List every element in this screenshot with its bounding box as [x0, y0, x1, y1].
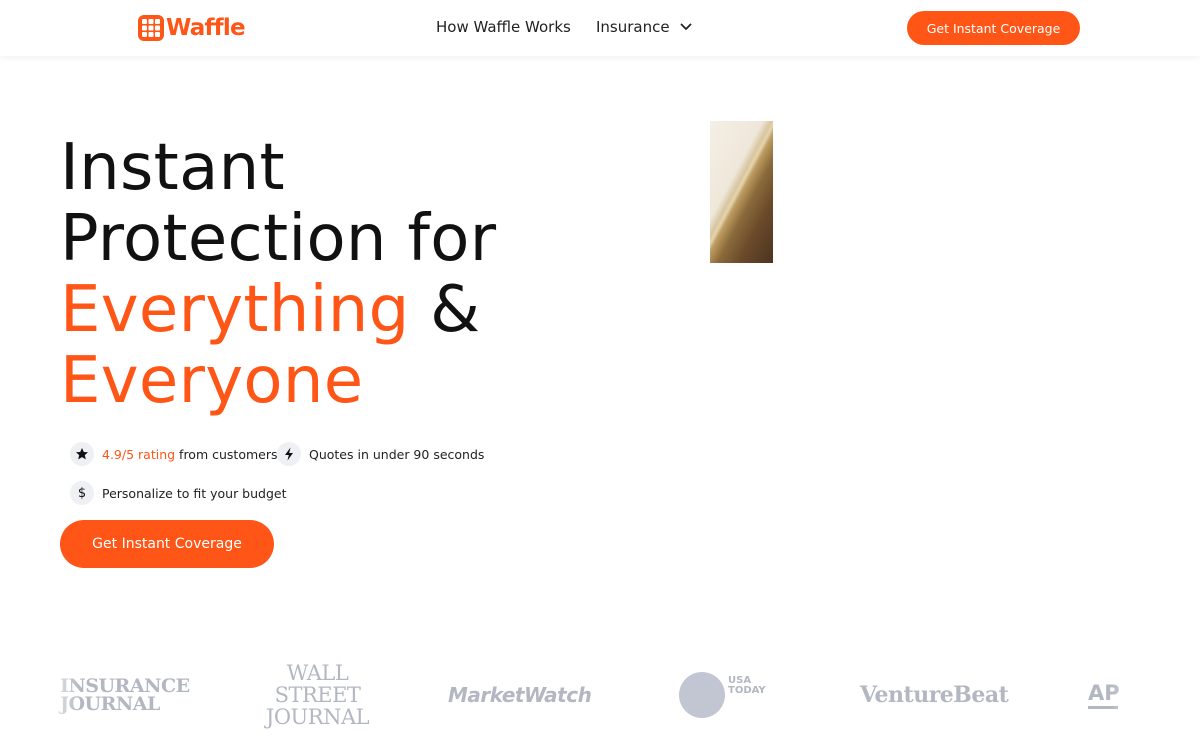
nav-insurance-label: Insurance	[596, 18, 670, 36]
wsj-logo: WALL STREET JOURNAL	[255, 660, 380, 730]
rating-suffix: from customers	[179, 446, 278, 462]
venturebeat-logo: VentureBeat	[860, 660, 1015, 730]
usa-today-line2: TODAY	[728, 685, 766, 696]
hero-title-everyone: Everyone	[60, 344, 364, 418]
marketwatch-logo: MarketWatch	[448, 660, 598, 730]
wsj-line2: JOURNAL	[265, 705, 370, 729]
feature-budget: $ Personalize to fit your budget	[70, 481, 287, 505]
hero-title: Instant Protection for Everything & Ever…	[60, 133, 680, 417]
usa-today-logo: USA TODAY	[679, 660, 774, 730]
waffle-logo[interactable]: Waffle	[137, 14, 246, 42]
marketwatch-text: MarketWatch	[448, 683, 592, 707]
usa-today-circle	[679, 672, 725, 718]
site-header: Waffle How Waffle Works Insurance Get In…	[0, 0, 1200, 56]
dollar-icon: $	[70, 481, 94, 505]
budget-text: Personalize to fit your budget	[102, 485, 287, 501]
nav-how-waffle-works[interactable]: How Waffle Works	[436, 17, 571, 37]
press-fade-left	[40, 650, 80, 740]
wsj-line1: WALL STREET	[274, 661, 361, 707]
nav-insurance-dropdown[interactable]: Insurance	[596, 17, 692, 37]
venturebeat-text: VentureBeat	[860, 682, 1009, 708]
hero-image-sheen	[710, 121, 773, 263]
hero-title-line1: Instant	[60, 131, 285, 205]
star-icon	[70, 442, 94, 466]
hero-title-everything: Everything	[60, 273, 410, 347]
hero-title-line2: Protection for	[60, 202, 497, 276]
feature-rating: 4.9/5 rating from customers	[70, 442, 277, 466]
rating-value: 4.9/5 rating	[102, 446, 176, 462]
lightning-icon	[277, 442, 301, 466]
usa-today-text: USA TODAY	[728, 676, 766, 696]
press-fade-right	[1110, 650, 1160, 740]
chevron-down-icon	[680, 23, 691, 30]
feature-quotes: Quotes in under 90 seconds	[277, 442, 484, 466]
hero-title-ampersand: &	[430, 273, 481, 347]
waffle-logo-icon	[138, 15, 164, 41]
quotes-text: Quotes in under 90 seconds	[309, 446, 485, 462]
hero-image	[710, 121, 773, 263]
header-get-coverage-button[interactable]: Get Instant Coverage	[907, 11, 1080, 45]
hero-get-coverage-button[interactable]: Get Instant Coverage	[60, 520, 274, 568]
logo-wordmark: Waffle	[166, 15, 246, 41]
